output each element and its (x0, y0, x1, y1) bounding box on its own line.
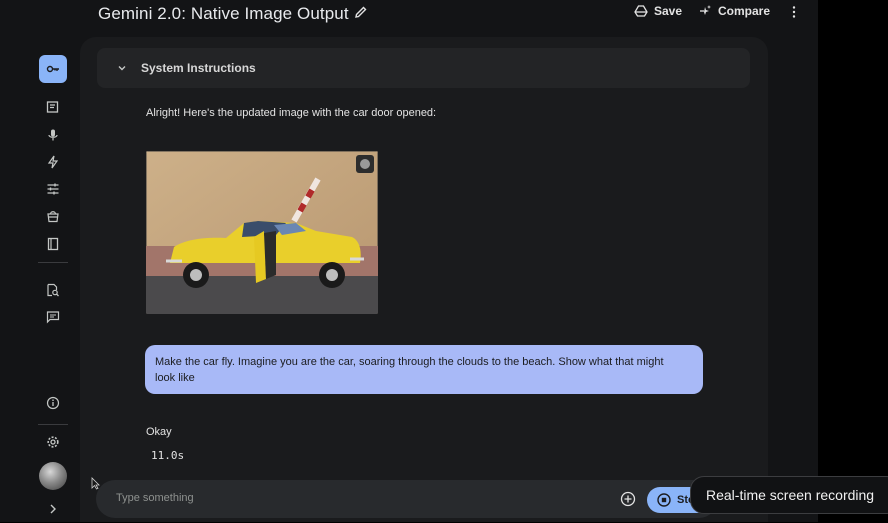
page-title: Gemini 2.0: Native Image Output (98, 4, 349, 23)
chat-history-icon (46, 311, 60, 324)
sidebar-item-tune[interactable] (39, 175, 67, 203)
tune-icon (47, 183, 59, 195)
sidebar-item-library[interactable] (39, 202, 67, 230)
recording-toast-text: Real-time screen recording (706, 487, 875, 503)
new-chat-icon (46, 101, 59, 113)
settings-icon (47, 436, 59, 448)
prompt-input[interactable] (114, 491, 598, 505)
mouse-cursor-icon (91, 477, 100, 490)
key-icon (46, 65, 59, 73)
microphone-icon (48, 129, 58, 141)
app-window: Gemini 2.0: Native Image Output Save Com… (0, 0, 818, 522)
car-image-graphic (146, 151, 378, 314)
sidebar (26, 0, 80, 522)
compare-label: Compare (718, 4, 771, 18)
sidebar-item-info[interactable] (39, 389, 67, 417)
info-icon (46, 396, 60, 410)
save-label: Save (654, 4, 683, 18)
system-instructions-label: System Instructions (141, 61, 256, 75)
user-message-text: Make the car fly. Imagine you are the ca… (155, 356, 664, 384)
sidebar-item-api-key[interactable] (39, 55, 67, 83)
screen-edge (818, 0, 888, 522)
save-button[interactable]: Save (634, 4, 682, 18)
model-message: Okay (146, 426, 172, 438)
bolt-icon (47, 155, 59, 169)
add-circle-icon[interactable] (620, 491, 636, 507)
sidebar-item-stream[interactable] (39, 121, 67, 149)
drive-icon (634, 5, 648, 17)
chevron-right-icon (50, 504, 56, 514)
sidebar-expand-button[interactable] (39, 495, 67, 523)
sidebar-item-starter-apps[interactable] (39, 148, 67, 176)
edit-icon[interactable] (354, 5, 368, 19)
model-message: Alright! Here's the updated image with t… (146, 107, 437, 119)
elapsed-time: 11.0s (151, 449, 185, 462)
document-search-icon (47, 283, 59, 297)
sidebar-divider (38, 262, 68, 263)
chevron-down-icon[interactable] (116, 62, 128, 74)
compare-icon (700, 5, 711, 15)
sidebar-item-prompt-gallery[interactable] (39, 276, 67, 304)
user-message-bubble: Make the car fly. Imagine you are the ca… (145, 345, 703, 394)
book-icon (47, 237, 59, 251)
avatar[interactable] (39, 462, 67, 490)
library-icon (47, 211, 59, 223)
more-vert-icon[interactable] (787, 5, 801, 19)
recording-toast: Real-time screen recording (690, 476, 888, 514)
compare-button[interactable]: Compare (698, 4, 770, 18)
generated-car-image[interactable] (146, 151, 378, 314)
sidebar-item-new-chat[interactable] (39, 93, 67, 121)
sidebar-item-history[interactable] (39, 303, 67, 331)
sidebar-item-docs[interactable] (39, 230, 67, 258)
sidebar-item-settings[interactable] (39, 428, 67, 456)
stop-icon (657, 493, 671, 507)
sidebar-divider (38, 424, 68, 425)
